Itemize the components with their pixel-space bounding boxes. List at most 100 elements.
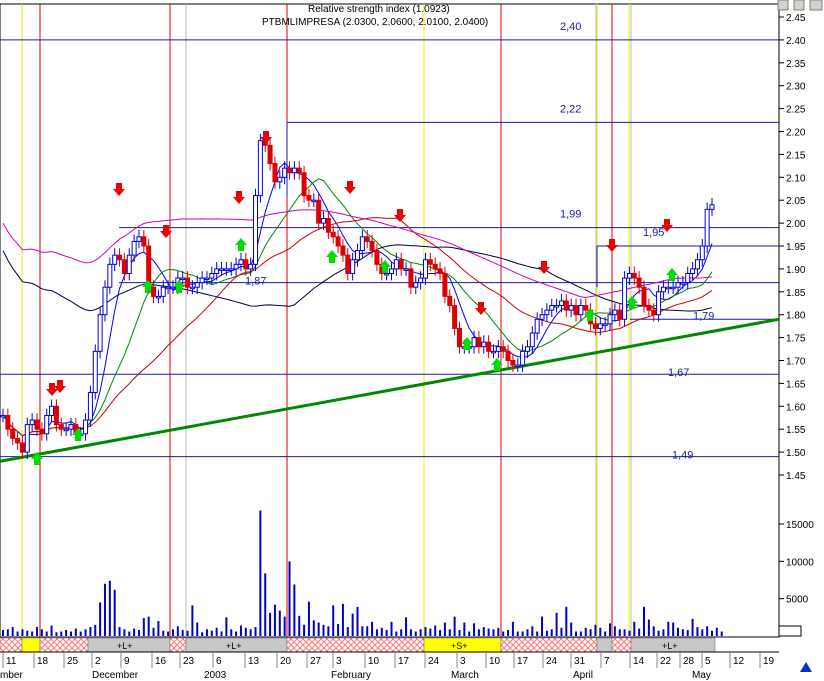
- x-day-label: 17: [398, 656, 410, 667]
- candle-body: [418, 277, 424, 284]
- scroll-up-arrow-icon[interactable]: [800, 662, 812, 672]
- candle-body: [636, 277, 642, 288]
- x-day-label: 28: [683, 656, 695, 667]
- candle-body: [456, 327, 462, 348]
- candle-body: [194, 282, 200, 288]
- candle-body: [233, 263, 239, 270]
- signal-band-segment: [21, 637, 41, 653]
- candle-body: [165, 286, 171, 290]
- chart-title: PTBMLIMPRESA (2.0300, 2.0600, 2.0100, 2.…: [262, 17, 488, 28]
- candle-body: [573, 305, 579, 316]
- candle-body: [452, 305, 458, 329]
- x-day-label: 14: [633, 656, 645, 667]
- y-tick-label: 1.45: [786, 471, 806, 482]
- candle-body: [325, 218, 331, 233]
- window-control[interactable]: [777, 0, 789, 11]
- x-axis: 11 18 25 2 9 16 23 6 13 20 27 3 10 17 24 3 10 17 24 31 7 14 22…: [0, 651, 779, 681]
- candle-body: [5, 414, 11, 430]
- candle-body: [442, 272, 448, 297]
- candle-body: [694, 259, 700, 270]
- candle-body: [112, 254, 118, 265]
- x-day-label: 2: [95, 656, 101, 667]
- candle-body: [646, 305, 652, 311]
- candle-body: [685, 272, 691, 284]
- candle-body: [0, 414, 6, 418]
- candle-body: [53, 405, 59, 426]
- candle-body: [524, 346, 530, 352]
- x-day-label: 3: [336, 656, 342, 667]
- candle-body: [301, 172, 307, 197]
- y-tick-label: 1.65: [786, 379, 806, 390]
- x-month-label: mber: [0, 670, 23, 681]
- candle-body: [534, 318, 540, 334]
- candle-body: [622, 277, 628, 320]
- candle-body: [39, 428, 45, 435]
- candle-body: [447, 295, 453, 307]
- candle-body: [306, 195, 312, 201]
- candle-body: [578, 305, 584, 316]
- candle-body: [345, 254, 351, 274]
- candle-body: [97, 314, 103, 352]
- candle-body: [427, 259, 433, 265]
- candle-body: [355, 250, 360, 261]
- window-control[interactable]: [793, 0, 805, 11]
- y-tick-label: 2.05: [786, 196, 806, 207]
- candle-body: [291, 167, 297, 174]
- y-tick-label: 1.90: [786, 265, 806, 276]
- candle-body: [403, 268, 409, 271]
- candle-body: [554, 305, 560, 308]
- candle-body: [359, 236, 365, 252]
- horizontal-level-label: 1,79: [693, 310, 714, 322]
- candle-body: [238, 259, 244, 265]
- candle-body: [374, 250, 380, 265]
- x-day-label: 12: [733, 656, 745, 667]
- candle-body: [398, 259, 404, 270]
- signal-band-segment: [611, 637, 632, 653]
- candle-body: [597, 323, 603, 329]
- y-tick-label: 2.20: [786, 128, 806, 139]
- candle-body: [160, 286, 166, 297]
- x-month-label: 2003: [204, 670, 227, 681]
- candle-body: [520, 350, 526, 366]
- candle-body: [83, 419, 89, 435]
- candle-body: [699, 245, 705, 261]
- candle-body: [422, 259, 428, 279]
- candle-body: [223, 268, 229, 271]
- signal-band-label: +S+: [451, 641, 468, 651]
- chart-overlay-title: Relative strength index (1.0923): [308, 4, 450, 15]
- x-day-label: 19: [763, 656, 775, 667]
- candle-body: [675, 282, 681, 288]
- y-tick-label: 2.35: [786, 59, 806, 70]
- y-tick-label: 1.50: [786, 448, 806, 459]
- candle-body: [665, 286, 671, 290]
- candle-body: [63, 428, 69, 432]
- candle-body: [384, 272, 390, 276]
- candle-body: [10, 428, 16, 439]
- window-control[interactable]: [809, 0, 823, 11]
- x-day-label: 5: [705, 656, 711, 667]
- x-month-label: February: [331, 670, 371, 681]
- candle-body: [709, 204, 715, 210]
- candle-body: [626, 272, 632, 279]
- candle-body: [704, 208, 710, 247]
- candle-body: [369, 240, 375, 252]
- candle-body: [311, 199, 317, 203]
- candle-body: [656, 291, 662, 316]
- x-day-label: 16: [155, 656, 167, 667]
- x-day-label: 13: [248, 656, 260, 667]
- plot-frame: [0, 3, 780, 638]
- signal-band-segment: [596, 637, 613, 653]
- x-day-label: 20: [280, 656, 292, 667]
- candle-body: [180, 277, 186, 281]
- y-tick-label: 2.10: [786, 173, 806, 184]
- candle-body: [257, 140, 263, 197]
- candle-body: [209, 272, 215, 279]
- horizontal-level-label: 2,22: [560, 103, 581, 115]
- candle-body: [34, 419, 40, 430]
- y-axis: 1.45 1.50 1.55 1.60 1.65 1.70 1.75 1.80 1.85 1.90…: [779, 13, 814, 606]
- y-tick-label: 2.00: [786, 219, 806, 230]
- candle-body: [641, 286, 647, 307]
- candle-body: [15, 437, 21, 444]
- signal-band-segment: [500, 637, 598, 653]
- candle-body: [364, 236, 370, 242]
